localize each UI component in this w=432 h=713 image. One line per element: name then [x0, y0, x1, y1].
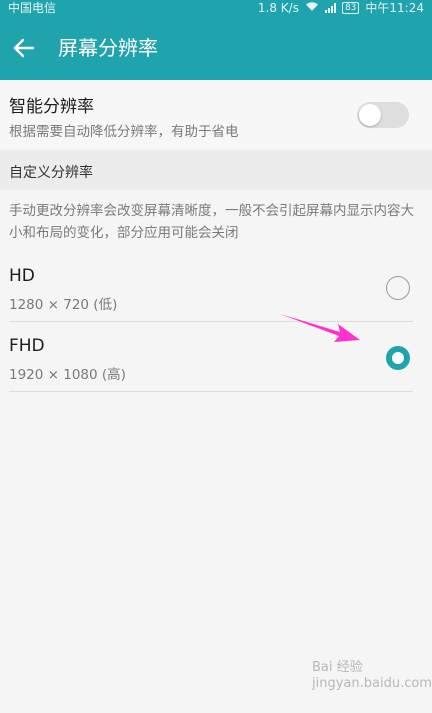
clock: 中午11:24	[365, 1, 424, 15]
smart-resolution-row[interactable]: 智能分辨率 根据需要自动降低分辨率，有助于省电	[0, 80, 432, 150]
app-bar: 屏幕分辨率	[0, 16, 432, 80]
option-fhd[interactable]: FHD 1920 × 1080 (高)	[0, 322, 432, 392]
annotation-arrow-icon	[278, 310, 362, 344]
radio-hd[interactable]	[386, 276, 410, 300]
smart-resolution-subtitle: 根据需要自动降低分辨率，有助于省电	[9, 124, 239, 140]
page-title: 屏幕分辨率	[58, 36, 158, 60]
wifi-icon	[305, 0, 319, 16]
status-bar-right: 1.8 K/s 83 中午11:24	[258, 0, 424, 16]
option-spec: 1920 × 1080 (高)	[9, 367, 126, 383]
signal-icon	[324, 3, 336, 13]
arrow-left-icon[interactable]	[8, 32, 40, 64]
battery-icon: 83	[341, 2, 360, 14]
network-speed: 1.8 K/s	[257, 1, 299, 15]
status-bar: 中国电信 1.8 K/s 83 中午11:24	[0, 0, 432, 16]
section-title: 自定义分辨率	[9, 165, 93, 181]
option-hd[interactable]: HD 1280 × 720 (低)	[0, 252, 432, 322]
carrier-label: 中国电信	[8, 1, 57, 15]
watermark: Bai 经验 jingyan.baidu.com	[312, 660, 432, 704]
watermark-line1: Bai 经验	[312, 660, 363, 675]
divider	[9, 391, 413, 392]
custom-resolution-header: 自定义分辨率	[0, 150, 432, 190]
smart-resolution-toggle[interactable]	[357, 102, 409, 128]
toggle-knob	[359, 104, 381, 126]
smart-resolution-title: 智能分辨率	[9, 97, 94, 117]
option-name: FHD	[9, 336, 45, 356]
watermark-line2: jingyan.baidu.com	[312, 676, 432, 691]
option-name: HD	[9, 266, 35, 286]
option-spec: 1280 × 720 (低)	[9, 297, 118, 313]
custom-resolution-description: 手动更改分辨率会改变屏幕清晰度，一般不会引起屏幕内显示内容大小和布局的变化，部分…	[9, 203, 414, 241]
radio-fhd[interactable]	[386, 346, 410, 370]
